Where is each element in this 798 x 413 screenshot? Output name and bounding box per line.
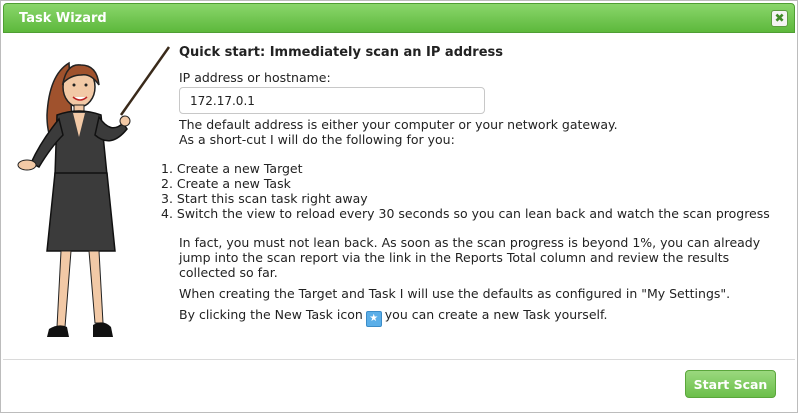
- start-scan-button[interactable]: Start Scan: [685, 370, 776, 398]
- note-new-task-after: you can create a new Task yourself.: [384, 307, 608, 322]
- step-list: 1. Create a new Target 2. Create a new T…: [161, 161, 789, 221]
- wizard-content: Quick start: Immediately scan an IP addr…: [161, 45, 789, 327]
- note-new-task-before: By clicking the New Task icon: [179, 307, 363, 322]
- dialog-titlebar: Task Wizard ✖: [3, 3, 795, 33]
- list-item: 4. Switch the view to reload every 30 se…: [161, 206, 770, 221]
- note-defaults: When creating the Target and Task I will…: [179, 286, 731, 301]
- list-item: 3. Start this scan task right away: [161, 191, 368, 206]
- star-icon[interactable]: ★: [365, 311, 382, 327]
- dialog-footer-divider: [3, 359, 795, 360]
- task-wizard-dialog: Task Wizard ✖ Quick start: Immediately s…: [0, 0, 798, 413]
- close-icon[interactable]: ✖: [771, 10, 788, 27]
- list-item: 2. Create a new Task: [161, 176, 291, 191]
- note-lean-back: In fact, you must not lean back. As soon…: [179, 235, 761, 280]
- intro-text-2: As a short-cut I will do the following f…: [179, 132, 455, 147]
- wizard-heading: Quick start: Immediately scan an IP addr…: [179, 45, 504, 60]
- ip-address-input[interactable]: [179, 87, 485, 114]
- wizard-illustration: [17, 46, 171, 337]
- list-item: 1. Create a new Target: [161, 161, 303, 176]
- ip-label: IP address or hostname:: [179, 70, 331, 85]
- dialog-title: Task Wizard: [19, 11, 107, 26]
- intro-text-1: The default address is either your compu…: [179, 117, 618, 132]
- note-new-task: By clicking the New Task icon ★ you can cr…: [179, 307, 789, 327]
